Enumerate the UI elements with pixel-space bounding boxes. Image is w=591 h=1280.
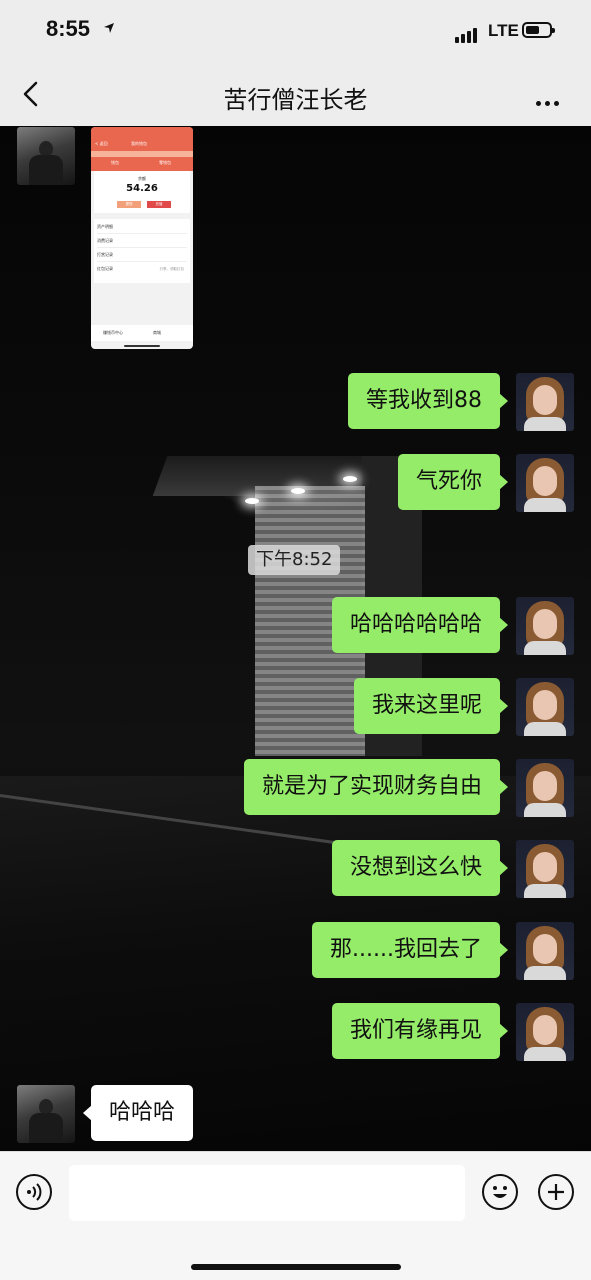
status-bar: 8:55 LTE <box>0 0 591 62</box>
emoji-icon[interactable] <box>482 1174 518 1210</box>
shot-nav-title: 我的钱包 <box>131 141 147 146</box>
outgoing-message[interactable]: 哈哈哈哈哈哈 <box>331 597 509 653</box>
battery-icon <box>522 22 555 38</box>
input-bar <box>0 1151 591 1280</box>
shot-row: 消费记录 <box>97 238 113 243</box>
contact-avatar[interactable] <box>17 1085 75 1143</box>
plus-icon[interactable] <box>538 1174 574 1210</box>
shot-tab: 钱包 <box>111 160 119 165</box>
my-avatar[interactable] <box>516 454 574 512</box>
outgoing-message[interactable]: 气死你 <box>397 454 509 510</box>
background-road <box>0 776 591 1151</box>
my-avatar[interactable] <box>516 678 574 736</box>
contact-avatar[interactable] <box>17 127 75 185</box>
voice-icon[interactable] <box>16 1174 52 1210</box>
my-avatar[interactable] <box>516 759 574 817</box>
chat-area[interactable]: < 返回 我的钱包 钱包 零钱包 余额 54.26 提现 充值 资产明细 消费记… <box>0 126 591 1151</box>
image-message[interactable]: < 返回 我的钱包 钱包 零钱包 余额 54.26 提现 充值 资产明细 消费记… <box>91 127 193 349</box>
shot-row-note: 分享、领取红包 <box>159 267 185 271</box>
my-avatar[interactable] <box>516 1003 574 1061</box>
network-type: LTE <box>488 21 519 40</box>
chat-header: 苦行僧汪长老 <box>0 62 591 126</box>
my-avatar[interactable] <box>516 922 574 980</box>
outgoing-message[interactable]: 就是为了实现财务自由 <box>243 759 509 815</box>
shot-button: 提现 <box>117 201 141 208</box>
shot-row: 打赏记录 <box>97 252 113 257</box>
message-input[interactable] <box>69 1165 465 1221</box>
shot-row: 红包记录 <box>97 266 113 271</box>
shot-bottom-item: 赚钱币中心 <box>103 330 123 335</box>
signal-icon <box>455 24 479 43</box>
shot-balance-label: 余额 <box>138 176 146 181</box>
shot-nav-back: < 返回 <box>95 141 108 146</box>
ceiling-light <box>291 488 305 494</box>
location-arrow-icon <box>104 23 114 33</box>
outgoing-message[interactable]: 没想到这么快 <box>331 840 509 896</box>
my-avatar[interactable] <box>516 597 574 655</box>
shot-balance-value: 54.26 <box>126 183 158 194</box>
incoming-message[interactable]: 哈哈哈 <box>82 1085 194 1141</box>
shot-row: 资产明细 <box>97 224 113 229</box>
more-options-icon[interactable] <box>536 91 563 110</box>
status-time: 8:55 <box>46 16 91 41</box>
shot-bottom-item: 商城 <box>153 330 161 335</box>
ceiling-light <box>343 476 357 482</box>
outgoing-message[interactable]: 那......我回去了 <box>312 922 508 978</box>
outgoing-message[interactable]: 我们有缘再见 <box>331 1003 509 1059</box>
message-timestamp: 下午8:52 <box>248 545 341 575</box>
ceiling-light <box>245 498 259 504</box>
shot-tab: 零钱包 <box>159 160 171 165</box>
my-avatar[interactable] <box>516 373 574 431</box>
home-indicator <box>191 1264 401 1270</box>
outgoing-message[interactable]: 等我收到88 <box>348 373 508 429</box>
outgoing-message[interactable]: 我来这里呢 <box>353 678 509 734</box>
shot-button: 充值 <box>147 201 171 208</box>
chat-title: 苦行僧汪长老 <box>223 86 368 114</box>
my-avatar[interactable] <box>516 840 574 898</box>
